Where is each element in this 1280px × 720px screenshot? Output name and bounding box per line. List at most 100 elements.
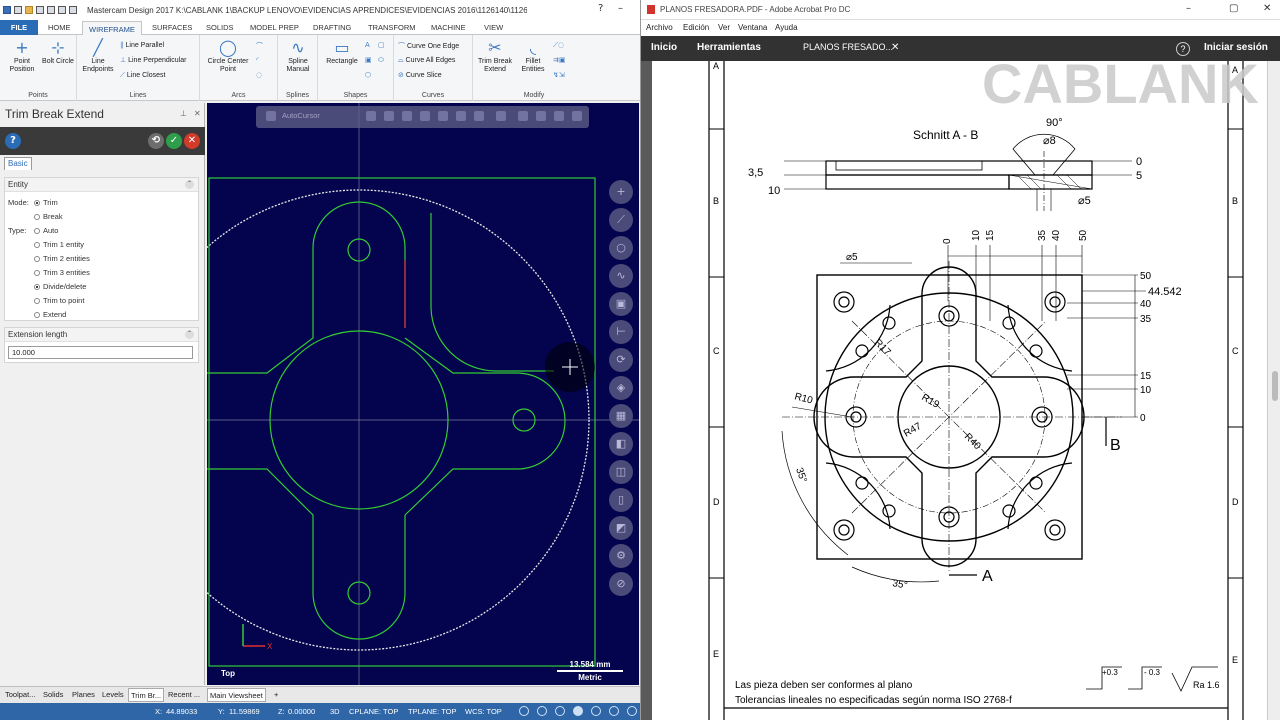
redo-icon[interactable] [69,6,77,14]
minimize-icon[interactable]: – [1186,3,1191,14]
vertical-scrollbar[interactable] [1267,61,1280,720]
menu-ver[interactable]: Ver [718,23,730,32]
add-viewsheet-icon[interactable]: + [272,688,280,702]
tab-levels[interactable]: Levels [100,688,126,702]
material-icon[interactable] [627,706,637,716]
open-folder-icon[interactable] [25,6,33,14]
trim-break-extend-button[interactable]: ✂ Trim Break Extend [475,39,515,74]
chamfer-button[interactable]: ⟋◌ [553,41,566,50]
globe-icon[interactable] [519,706,529,716]
type-trim2-radio[interactable]: Trim 2 entities [34,254,90,263]
lock-icon[interactable] [266,111,276,121]
solid-view-icon[interactable] [573,706,583,716]
translucency-icon[interactable] [609,706,619,716]
snap5-icon[interactable] [456,111,466,121]
tab-solids[interactable]: SOLIDS [200,20,240,35]
new-file-icon[interactable] [14,6,22,14]
extension-section-header[interactable]: Extension length ⌃ [5,328,198,342]
shape-tool-icon[interactable]: ▣ [609,292,633,316]
maximize-icon[interactable]: ▢ [1229,3,1238,14]
grid-icon[interactable] [496,111,506,121]
pin-icon[interactable]: ⊥ [180,109,187,118]
type-divide-delete-radio[interactable]: Divide/delete [34,282,86,291]
line-perpendicular-button[interactable]: ⊥ Line Perpendicular [120,56,186,64]
type-trim-to-point-radio[interactable]: Trim to point [34,296,84,305]
dimension-tool-icon[interactable]: ⊢ [609,320,633,344]
line-parallel-button[interactable]: ∥ Line Parallel [120,41,164,49]
curve-one-edge-button[interactable]: ⌒ Curve One Edge [398,41,459,51]
tab-planes[interactable]: Planes [70,688,97,702]
collapse-icon[interactable]: ⌃ [185,330,194,339]
status-tplane[interactable]: TPLANE: TOP [408,707,457,716]
offset-button[interactable]: ⇉▣ [553,56,567,64]
tab-model-prep[interactable]: MODEL PREP [244,20,305,35]
curve-all-edges-button[interactable]: ⌓ Curve All Edges [398,56,455,65]
tab-solids-manager[interactable]: Solids [41,688,65,702]
curve-slice-button[interactable]: ⊘ Curve Slice [398,71,442,79]
tab-toolpaths[interactable]: Toolpat... [3,688,37,702]
entity-section-header[interactable]: Entity ⌃ [5,178,198,192]
undo-icon[interactable] [58,6,66,14]
doc-tab[interactable]: PLANOS FRESADO... [803,42,893,52]
close-icon[interactable]: ✕ [1263,3,1271,14]
minimize-icon[interactable]: – [618,3,623,14]
nav-herramientas[interactable]: Herramientas [697,42,761,53]
mode-trim-radio[interactable]: Trim [34,198,58,207]
rect-shapes-button[interactable]: ▢ [378,41,387,49]
panel-close-icon[interactable]: ✕ [194,109,201,118]
point-position-button[interactable]: + Point Position [4,39,40,74]
arc-3point-button[interactable]: ◌ [256,71,264,79]
help-circle-icon[interactable]: ? [5,133,21,149]
line-closest-button[interactable]: ⟋ Line Closest [120,71,165,80]
spline-manual-button[interactable]: ∿ Spline Manual [280,39,316,74]
menu-edicion[interactable]: Edición [683,23,709,32]
solid-tool-icon[interactable]: ▦ [609,404,633,428]
select-icon[interactable] [518,111,528,121]
circle-center-point-button[interactable]: ◯ Circle Center Point [203,39,253,74]
snap6-icon[interactable] [474,111,484,121]
circle-tool-icon[interactable]: ○ [609,236,633,260]
view-tool-icon[interactable]: ▯ [609,488,633,512]
polygon-button[interactable]: ⬡ [365,71,373,79]
chain-icon[interactable] [536,111,546,121]
letters-button[interactable]: A [365,41,372,49]
menu-ventana[interactable]: Ventana [738,23,767,32]
rectangle-button[interactable]: ▭ Rectangle [320,39,364,66]
status-3d[interactable]: 3D [330,707,340,716]
type-extend-radio[interactable]: Extend [34,310,66,319]
stock-rectangle[interactable] [208,177,596,667]
ellipse-button[interactable]: ⬭ [378,56,386,65]
extension-length-input[interactable]: 10.000 [8,346,193,359]
status-wcs[interactable]: WCS: TOP [465,707,502,716]
surface-tool-icon[interactable]: ◧ [609,432,633,456]
settings-tool-icon[interactable]: ⚙ [609,544,633,568]
bolt-circle-button[interactable]: ⊹ Bolt Circle [42,39,74,66]
tab-wireframe[interactable]: WIREFRAME [82,21,142,36]
mirror-tool-icon[interactable]: ◈ [609,376,633,400]
wireframe-view-icon[interactable] [537,706,547,716]
tab-home[interactable]: HOME [42,20,77,35]
snap-icon[interactable] [384,111,394,121]
menu-ayuda[interactable]: Ayuda [775,23,798,32]
signin-link[interactable]: Iniciar sesión [1204,42,1268,53]
line-tool-icon[interactable]: ⟋ [609,208,633,232]
type-trim1-radio[interactable]: Trim 1 entity [34,240,84,249]
arc-tangent-button[interactable]: ◜ [256,56,261,64]
scroll-thumb[interactable] [1272,371,1278,401]
line-endpoints-button[interactable]: ╱ Line Endpoints [79,39,117,74]
autocursor-dropdown[interactable]: AutoCursor [282,111,320,120]
mode-break-radio[interactable]: Break [34,212,63,221]
fillet-entities-button[interactable]: ◟ Fillet Entities [515,39,551,74]
tab-view[interactable]: VIEW [478,20,509,35]
hidden-view-icon[interactable] [591,706,601,716]
tab-basic[interactable]: Basic [4,157,32,170]
status-cplane[interactable]: CPLANE: TOP [349,707,398,716]
tab-transform[interactable]: TRANSFORM [362,20,422,35]
arc-polar-button[interactable]: ⌒ [256,41,265,51]
nav-inicio[interactable]: Inicio [651,42,677,53]
snap2-icon[interactable] [402,111,412,121]
cancel-icon[interactable]: ✕ [184,133,200,149]
tab-drafting[interactable]: DRAFTING [307,20,357,35]
save-icon[interactable] [36,6,44,14]
spline-tool-icon[interactable]: ∿ [609,264,633,288]
